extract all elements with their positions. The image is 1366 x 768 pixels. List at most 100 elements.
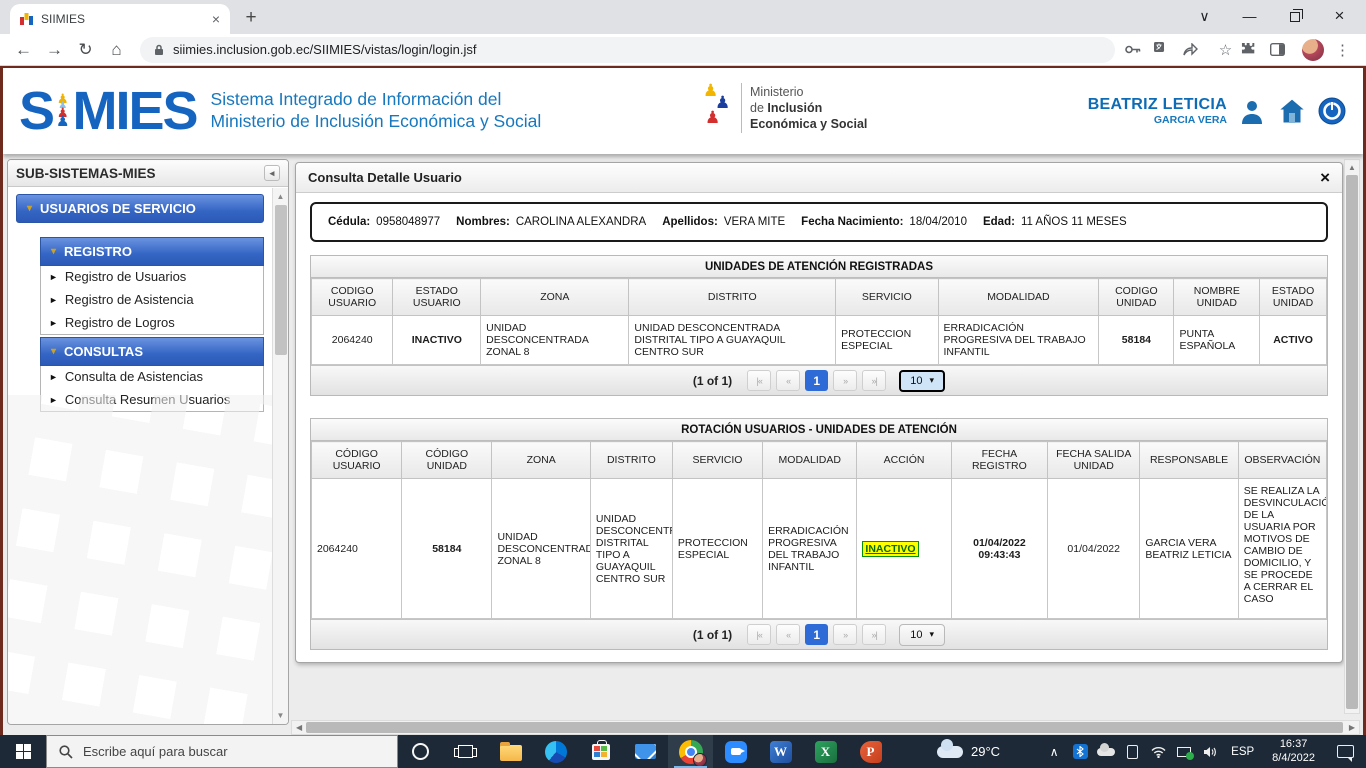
scroll-up-icon[interactable]: ▲ [1348, 160, 1356, 175]
word-button[interactable]: W [758, 735, 803, 768]
paginator-page-1[interactable]: 1 [805, 624, 828, 645]
nombres-value: CAROLINA ALEXANDRA [516, 216, 646, 228]
home-nav-icon[interactable] [1277, 96, 1307, 126]
paginator-page-1[interactable]: 1 [805, 370, 828, 391]
side-panel-icon[interactable] [1270, 43, 1297, 56]
table2-paginator: (1 of 1) |« « 1 » »| 10 ▾ [311, 619, 1327, 649]
arrow-right-icon: ► [49, 372, 58, 382]
forward-icon[interactable]: → [41, 40, 68, 60]
folder-icon [500, 745, 522, 761]
close-window-button[interactable]: × [1317, 6, 1362, 26]
paginator-next-icon[interactable]: » [833, 370, 857, 391]
browser-tab[interactable]: SIIMIES × [10, 4, 230, 34]
restore-button[interactable] [1272, 8, 1317, 24]
paginator-prev-icon[interactable]: « [776, 624, 800, 645]
table-row: 2064240 58184 UNIDAD DESCONCENTRADA ZONA… [312, 479, 1327, 619]
new-tab-button[interactable]: + [236, 4, 266, 32]
language-indicator[interactable]: ESP [1223, 746, 1262, 758]
tab-close-icon[interactable]: × [212, 11, 220, 27]
minimize-button[interactable]: — [1227, 8, 1272, 24]
chevron-down-icon: ▾ [930, 375, 935, 386]
edge-button[interactable] [533, 735, 578, 768]
date: 8/4/2022 [1272, 752, 1315, 766]
translate-icon[interactable] [1154, 42, 1181, 57]
sidebar-item-registro-usuarios[interactable]: ► Registro de Usuarios [41, 265, 263, 288]
file-explorer-button[interactable] [488, 735, 533, 768]
logout-power-icon[interactable] [1317, 96, 1347, 126]
caret-down-icon: ▾ [51, 246, 56, 257]
your-phone-icon[interactable] [1119, 745, 1145, 759]
cortana-button[interactable] [398, 735, 443, 768]
rows-per-page-select[interactable]: 10 ▾ [899, 370, 945, 392]
paginator-first-icon[interactable]: |« [747, 370, 771, 391]
col-header: FECHA REGISTRO [951, 442, 1047, 479]
sidebar-item-registro-asistencia[interactable]: ► Registro de Asistencia [41, 288, 263, 311]
scroll-right-icon[interactable]: ▶ [1345, 723, 1359, 732]
sidebar-title: SUB-SISTEMAS-MIES [16, 166, 156, 181]
share-icon[interactable] [1183, 43, 1210, 56]
chrome-button[interactable] [668, 735, 713, 768]
logo-people-icon: ♟ ♟ ♟ ♟ [56, 95, 69, 127]
store-icon [592, 744, 610, 760]
paginator-next-icon[interactable]: » [833, 624, 857, 645]
col-header: CÓDIGO USUARIO [312, 442, 402, 479]
user-profile-icon[interactable] [1237, 96, 1267, 126]
action-center-icon[interactable] [1337, 745, 1354, 758]
rotacion-usuarios-table: ROTACIÓN USUARIOS - UNIDADES DE ATENCIÓN… [310, 418, 1328, 650]
task-view-button[interactable] [443, 735, 488, 768]
wifi-icon[interactable] [1145, 746, 1171, 758]
ministry-logo: ♟ ♟ ♟ Ministerio de Inclusión Económica … [703, 82, 867, 134]
sidebar-item-consulta-asistencias[interactable]: ► Consulta de Asistencias [41, 365, 263, 388]
paginator-last-icon[interactable]: »| [862, 370, 886, 391]
scrollbar-thumb[interactable] [306, 722, 1343, 733]
profile-avatar[interactable] [1302, 39, 1324, 61]
scroll-down-icon[interactable]: ▼ [277, 707, 285, 724]
url-bar[interactable]: siimies.inclusion.gob.ec/SIIMIES/vistas/… [140, 37, 1115, 63]
back-icon[interactable]: ← [10, 40, 37, 60]
rows-per-page-select[interactable]: 10 ▾ [899, 624, 945, 646]
scroll-left-icon[interactable]: ◀ [292, 723, 306, 732]
browser-menu-icon[interactable]: ⋮ [1329, 41, 1356, 59]
panel-close-icon[interactable]: × [1320, 168, 1330, 188]
status-badge: INACTIVO [862, 541, 918, 557]
password-key-icon[interactable] [1125, 45, 1152, 54]
scrollbar-thumb[interactable] [275, 205, 287, 355]
home-icon[interactable]: ⌂ [103, 40, 130, 60]
excel-button[interactable]: X [803, 735, 848, 768]
sidebar-scrollbar[interactable]: ▲ ▼ [272, 188, 288, 724]
scroll-up-icon[interactable]: ▲ [277, 188, 285, 205]
sidebar-item-usuarios-de-servicio[interactable]: ▾ USUARIOS DE SERVICIO [16, 194, 264, 223]
taskbar-search-input[interactable]: Escribe aquí para buscar [46, 735, 398, 768]
chrome-icon [679, 740, 703, 764]
mail-button[interactable] [623, 735, 668, 768]
scrollbar-thumb[interactable] [1346, 175, 1358, 709]
onedrive-icon[interactable] [1093, 748, 1119, 756]
horizontal-scrollbar[interactable]: ◀ ▶ [291, 720, 1360, 735]
apellidos-label: Apellidos: [662, 216, 718, 228]
reload-icon[interactable]: ↻ [72, 40, 99, 60]
paginator-first-icon[interactable]: |« [747, 624, 771, 645]
clock[interactable]: 16:37 8/4/2022 [1262, 738, 1325, 766]
bluetooth-icon[interactable] [1067, 744, 1093, 759]
security-monitor-icon[interactable] [1171, 747, 1197, 757]
sidebar-collapse-button[interactable]: ◂ [264, 165, 280, 181]
zoom-button[interactable] [713, 735, 758, 768]
windows-taskbar: Escribe aquí para buscar W X P 29°C ∧ ES… [0, 735, 1366, 768]
weather-widget[interactable]: 29°C [923, 735, 1014, 768]
cell-codigo-unidad: 58184 [402, 479, 492, 619]
extensions-puzzle-icon[interactable] [1241, 42, 1268, 57]
col-header: CODIGO UNIDAD [1099, 279, 1174, 316]
speaker-icon[interactable] [1197, 746, 1223, 758]
tab-search-icon[interactable]: ∨ [1182, 8, 1227, 25]
sidebar-group-header-registro[interactable]: ▾ REGISTRO [40, 237, 264, 266]
paginator-last-icon[interactable]: »| [862, 624, 886, 645]
vertical-scrollbar[interactable]: ▲ [1344, 159, 1360, 714]
powerpoint-button[interactable]: P [848, 735, 893, 768]
bookmark-star-icon[interactable]: ☆ [1212, 41, 1239, 59]
start-button[interactable] [0, 735, 46, 768]
paginator-prev-icon[interactable]: « [776, 370, 800, 391]
microsoft-store-button[interactable] [578, 735, 623, 768]
sidebar-item-registro-logros[interactable]: ► Registro de Logros [41, 311, 263, 334]
tray-chevron-icon[interactable]: ∧ [1041, 745, 1067, 759]
sidebar-group-header-consultas[interactable]: ▾ CONSULTAS [40, 337, 264, 366]
